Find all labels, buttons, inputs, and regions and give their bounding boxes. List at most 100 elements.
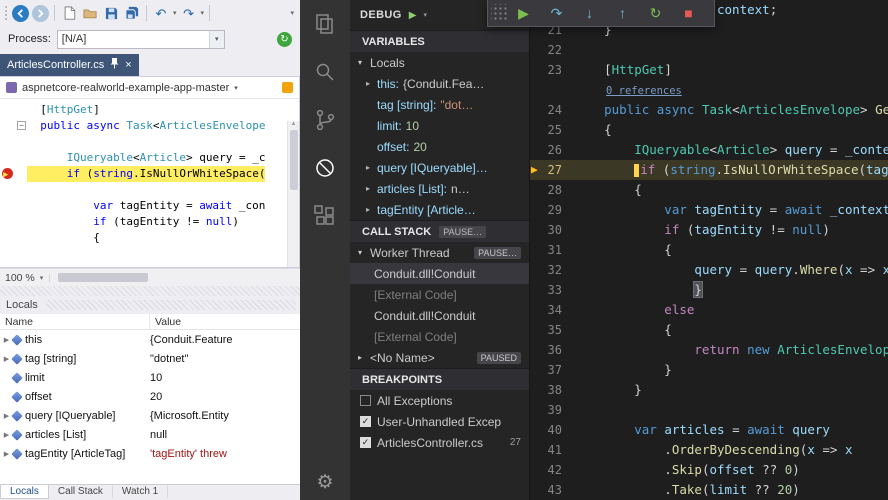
variables-section-header[interactable]: VARIABLES [350,30,529,52]
bottom-tab-call-stack[interactable]: Call Stack [49,485,113,498]
code-line[interactable]: 36 return new ArticlesEnvelop [530,340,888,360]
save-all-icon[interactable] [123,4,141,22]
code-line[interactable]: 40 var articles = await query [530,420,888,440]
step-over-button[interactable]: ↷ [540,0,573,27]
code-line[interactable]: [HttpGet] [0,102,299,118]
code-line[interactable]: 28 { [530,180,888,200]
save-icon[interactable] [102,4,120,22]
expand-icon[interactable]: ▶ [0,431,11,439]
code-line[interactable]: 31 { [530,240,888,260]
scrollbar-thumb[interactable] [289,130,298,190]
checkbox[interactable] [360,395,371,406]
start-debug-icon[interactable]: ▶ [409,10,417,21]
stack-frame[interactable]: Conduit.dll!Conduit [350,305,529,326]
code-line[interactable]: 35 { [530,320,888,340]
code-line[interactable]: 34 else [530,300,888,320]
code-line[interactable]: 22 [530,40,888,60]
breakpoints-section-header[interactable]: BREAKPOINTS [350,368,529,390]
pin-icon[interactable] [110,58,119,72]
checkbox[interactable]: ✓ [360,437,371,448]
code-line[interactable]: 30 if (tagEntity != null) [530,220,888,240]
search-icon[interactable] [300,48,350,96]
tab-articlescontroller[interactable]: ArticlesController.cs × [0,54,139,76]
debug-config-dropdown-icon[interactable]: ▾ [423,11,427,19]
stack-frame[interactable]: Conduit.dll!Conduit [350,263,529,284]
code-line[interactable]: 32 query = query.Where(x => x [530,260,888,280]
code-line[interactable]: 25 { [530,120,888,140]
code-line[interactable]: − public async Task<ArticlesEnvelope [0,118,299,134]
callstack-thread[interactable]: ▾ Worker Thread PAUSE… [350,242,529,263]
redo-icon[interactable]: ↷ [180,4,198,22]
debug-icon[interactable] [300,144,350,192]
column-name[interactable]: Name [0,314,150,329]
bottom-tab-locals[interactable]: Locals [0,485,49,499]
locals-row[interactable]: ▶ this {Conduit.Feature [0,330,300,349]
code-line[interactable] [0,182,299,198]
variable-item[interactable]: tag [string]: "dot… [350,94,529,115]
explorer-icon[interactable] [300,0,350,48]
navigate-forward-icon[interactable] [32,4,49,22]
toolbar-overflow-icon[interactable]: ▾ [290,9,296,17]
variable-item[interactable]: ▸ articles [List]: n… [350,178,529,199]
expand-icon[interactable]: ▸ [366,205,377,214]
horizontal-scrollbar[interactable] [58,273,149,282]
attach-process-icon[interactable]: ↻ [277,31,292,47]
callstack-thread[interactable]: ▸ <No Name> PAUSED [350,347,529,368]
locals-row[interactable]: ▶ tag [string] "dotnet" [0,349,300,368]
codelens-link[interactable]: 0 references [606,85,682,97]
breakpoint-item[interactable]: ✓ ArticlesController.cs 27 [350,432,529,453]
variable-item[interactable]: ▸ tagEntity [Article… [350,199,529,220]
breakpoint-icon[interactable]: ▶ [0,166,16,182]
code-line[interactable]: ▶ 27 if (string.IsNullOrWhiteSpace(tag) [530,160,888,180]
expand-icon[interactable]: ▶ [0,355,11,363]
breakpoint-item[interactable]: ✓ User-Unhandled Excep [350,411,529,432]
redo-dropdown-icon[interactable]: ▾ [201,9,205,17]
new-file-icon[interactable] [60,4,78,22]
locals-row[interactable]: ▶ articles [List] null [0,425,300,444]
code-line[interactable]: 42 .Skip(offset ?? 0) [530,460,888,480]
close-icon[interactable]: × [125,59,131,71]
titlebar-grip[interactable] [45,300,296,310]
code-line[interactable]: var tagEntity = await _con [0,198,299,214]
panel-splitter[interactable] [0,286,300,296]
expand-icon[interactable]: ▶ [0,336,11,344]
breadcrumb[interactable]: aspnetcore-realworld-example-app-master … [0,77,299,99]
step-into-button[interactable]: ↓ [573,0,606,27]
vs-code-editor[interactable]: [HttpGet] − public async Task<ArticlesEnv… [0,99,299,267]
code-line[interactable]: 39 [530,400,888,420]
undo-dropdown-icon[interactable]: ▾ [173,9,177,17]
checkbox[interactable]: ✓ [360,416,371,427]
source-control-icon[interactable] [300,96,350,144]
extensions-icon[interactable] [300,192,350,240]
continue-button[interactable]: ▶ [507,0,540,27]
code-line[interactable]: 23 [HttpGet] [530,60,888,80]
undo-icon[interactable]: ↶ [152,4,170,22]
column-value[interactable]: Value [150,314,300,329]
code-line[interactable]: IQueryable<Article> query = _c [0,150,299,166]
expand-icon[interactable]: ▸ [366,163,377,172]
stack-frame[interactable]: [External Code] [350,326,529,347]
expand-icon[interactable]: ▶ [0,450,11,458]
scroll-up-icon[interactable]: ▲ [291,121,297,127]
zoom-level[interactable]: 100 % [0,272,40,284]
breakpoint-item[interactable]: All Exceptions [350,390,529,411]
toolbar-grip[interactable] [4,5,9,21]
code-line[interactable]: 43 .Take(limit ?? 20) [530,480,888,500]
expand-icon[interactable]: ▶ [0,412,11,420]
process-combobox[interactable]: [N/A] ▾ [56,29,225,49]
variable-item[interactable]: limit: 10 [350,115,529,136]
code-line[interactable]: 26 IQueryable<Article> query = _conte [530,140,888,160]
chevron-down-icon[interactable]: ▾ [208,30,224,48]
bottom-tab-watch-1[interactable]: Watch 1 [113,485,169,498]
toolbar-drag-handle[interactable] [491,4,507,22]
locals-row[interactable]: offset 20 [0,387,300,406]
code-line[interactable]: 41 .OrderByDescending(x => x [530,440,888,460]
locals-row[interactable]: limit 10 [0,368,300,387]
code-line[interactable]: 0 references [530,80,888,100]
expand-icon[interactable]: ▸ [366,184,377,193]
zoom-dropdown-icon[interactable]: ▾ [40,273,51,282]
callstack-section-header[interactable]: CALL STACK PAUSE… [350,220,529,242]
variable-item[interactable]: ▸ query [IQueryable]… [350,157,529,178]
navigate-back-icon[interactable] [12,4,29,22]
code-line[interactable]: 37 } [530,360,888,380]
